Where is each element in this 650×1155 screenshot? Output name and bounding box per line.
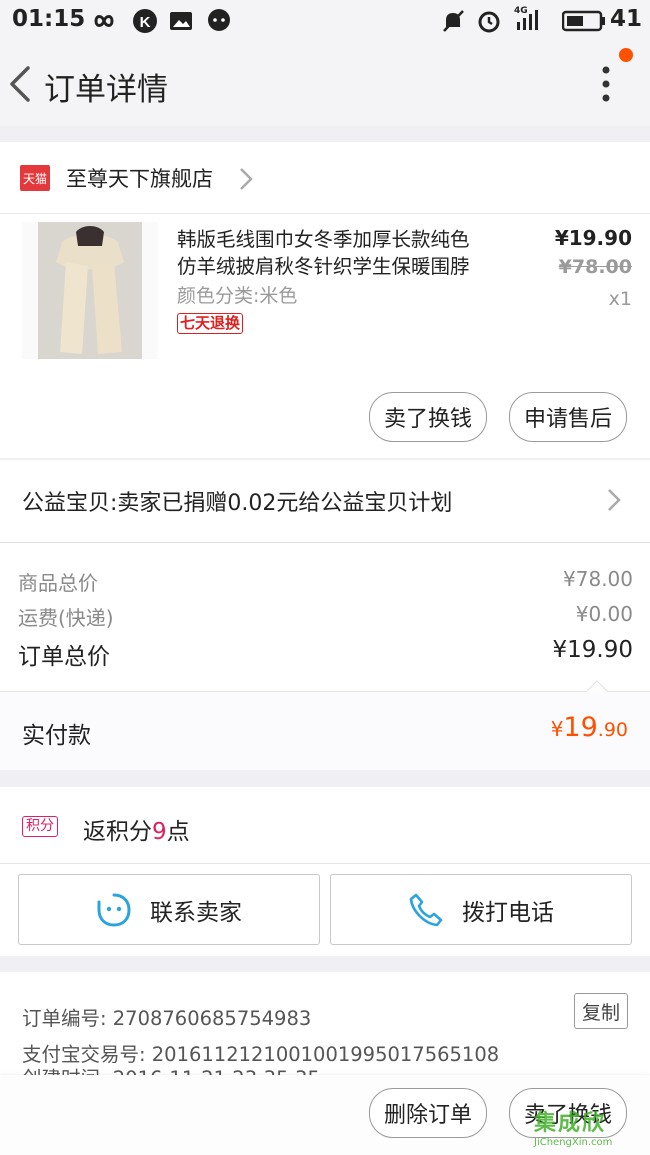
phone-icon <box>409 893 443 926</box>
battery-level: 41 <box>610 6 643 32</box>
order-item-section: 天猫 至尊天下旗舰店 韩版毛线围巾女冬季加厚长款纯色 仿羊绒披肩秋冬针织学生保暖… <box>0 142 650 458</box>
order-number: 订单编号: 2708760685754983 <box>22 1007 312 1030</box>
apply-after-sale-button[interactable]: 申请售后 <box>509 392 627 442</box>
watermark: 集成欣 JiChengXin.com <box>534 1105 650 1155</box>
paid-label: 实付款 <box>22 723 91 749</box>
divider <box>0 213 650 214</box>
charity-text: 公益宝贝:卖家已捐赠0.02元给公益宝贝计划 <box>22 491 453 516</box>
footer-bar: 删除订单 卖了换钱 集成欣 JiChengXin.com <box>0 1075 650 1155</box>
product-original-price: ¥78.00 <box>558 256 632 278</box>
points-text: 返积分9点 <box>83 812 190 846</box>
copy-order-button[interactable]: 复制 <box>574 993 628 1029</box>
image-msg-icon <box>170 12 192 30</box>
points-suffix: 点 <box>166 819 190 845</box>
more-menu-icon[interactable] <box>596 64 616 104</box>
status-time: 01:15 <box>12 6 86 32</box>
charity-row[interactable]: 公益宝贝:卖家已捐赠0.02元给公益宝贝计划 <box>0 460 650 543</box>
contact-seller-button[interactable]: 联系卖家 <box>18 874 320 945</box>
chevron-right-icon <box>608 489 621 511</box>
shop-name[interactable]: 至尊天下旗舰店 <box>66 163 213 193</box>
watermark-url: JiChengXin.com <box>534 1137 613 1148</box>
page-title: 订单详情 <box>44 72 168 108</box>
product-sku: 颜色分类:米色 <box>177 285 298 307</box>
product-quantity: x1 <box>608 288 632 310</box>
signal-icon <box>517 10 538 30</box>
bell-muted-icon <box>443 10 464 32</box>
shipping-value: ¥0.00 <box>575 602 633 626</box>
svg-text:K: K <box>140 14 151 31</box>
price-summary: 商品总价 ¥78.00 运费(快递) ¥0.00 订单总价 ¥19.90 <box>0 543 650 691</box>
paid-row: 实付款 ¥19.90 <box>0 692 650 770</box>
product-title-line2: 仿羊绒披肩秋冬针织学生保暖围脖 <box>177 255 470 278</box>
chevron-right-icon <box>240 168 253 190</box>
top-bar: 订单详情 <box>0 42 650 126</box>
order-total-value: ¥19.90 <box>552 637 633 663</box>
chat-face-icon <box>97 893 131 927</box>
contact-seller-label: 联系卖家 <box>150 899 242 926</box>
call-phone-label: 拨打电话 <box>462 899 554 926</box>
alipay-trade-number: 支付宝交易号: 2016112121001001995017565108 <box>22 1043 500 1066</box>
sell-item-button[interactable]: 卖了换钱 <box>369 392 487 442</box>
return-policy-tag: 七天退换 <box>177 313 244 334</box>
shipping-label: 运费(快递) <box>18 606 114 630</box>
order-total-label: 订单总价 <box>18 644 110 670</box>
product-price: ¥19.90 <box>554 226 632 250</box>
product-image[interactable] <box>22 222 158 359</box>
infinity-icon <box>94 15 114 27</box>
divider <box>0 863 650 864</box>
goods-total-label: 商品总价 <box>18 571 98 595</box>
tmall-badge: 天猫 <box>20 165 50 191</box>
points-contact-section: 积分 返积分9点 联系卖家 拨打电话 <box>0 787 650 956</box>
alarm-icon <box>478 11 500 33</box>
scarf-image-icon <box>22 222 158 359</box>
status-bar: 01:15 K 4G 41 <box>0 0 650 42</box>
product-title[interactable]: 韩版毛线围巾女冬季加厚长款纯色 仿羊绒披肩秋冬针织学生保暖围脖 <box>177 226 470 280</box>
paid-decimal: .90 <box>597 719 628 741</box>
caret-up-icon <box>586 680 608 692</box>
k-app-icon: K <box>133 9 157 33</box>
points-value: 9 <box>152 819 167 845</box>
points-badge: 积分 <box>22 816 58 837</box>
call-phone-button[interactable]: 拨打电话 <box>330 874 632 945</box>
delete-order-button[interactable]: 删除订单 <box>369 1088 487 1138</box>
points-prefix: 返积分 <box>83 819 152 845</box>
paid-currency: ¥ <box>550 717 564 741</box>
product-title-line1: 韩版毛线围巾女冬季加厚长款纯色 <box>177 228 470 251</box>
chat-bubble-icon <box>208 9 230 31</box>
notification-dot <box>619 48 633 62</box>
paid-integer: 19 <box>563 712 598 743</box>
back-arrow-icon[interactable] <box>6 64 32 104</box>
battery-icon <box>562 10 605 32</box>
watermark-title: 集成欣 <box>534 1111 607 1136</box>
paid-amount: ¥19.90 <box>551 712 628 743</box>
goods-total-value: ¥78.00 <box>563 567 633 591</box>
